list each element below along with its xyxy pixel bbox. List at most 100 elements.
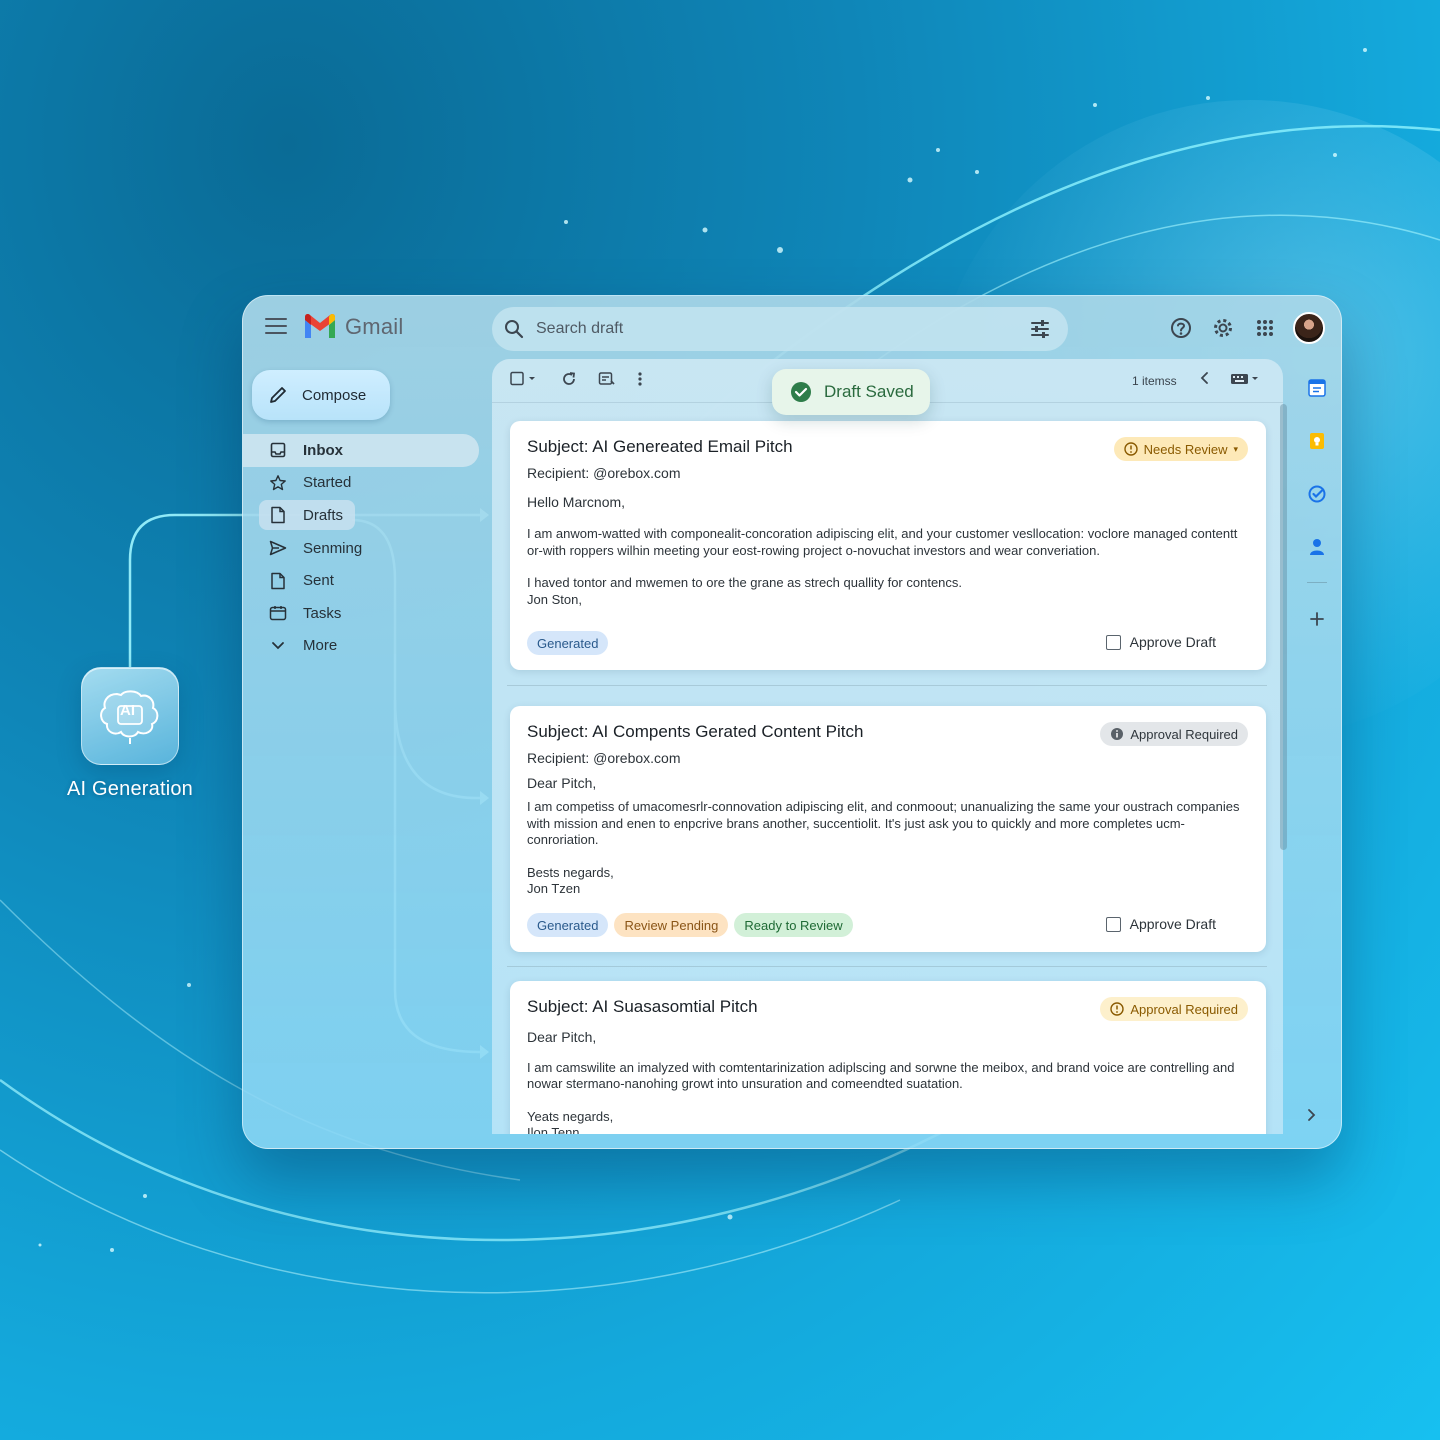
sidebar-item-label: Sent [303,572,334,590]
sidebar-item-sent[interactable]: Sent [243,564,479,597]
status-badge[interactable]: Approval Required [1100,722,1248,746]
settings-gear-icon[interactable] [1207,312,1239,344]
search-icon [505,320,524,339]
contacts-icon[interactable] [1299,529,1335,565]
draft-body: I am competiss of umacomesrlr-connovatio… [527,799,1240,847]
search-options-icon[interactable] [1030,319,1050,339]
send-icon [269,539,287,557]
keyboard-icon[interactable] [1230,371,1262,392]
draft-signature: Jon Tzen [527,881,581,896]
sidebar-nav: Inbox Started Drafts Senming Sent Tasks … [243,434,479,662]
approve-label: Approve Draft [1129,916,1216,932]
approve-draft-checkbox[interactable]: Approve Draft [1105,916,1216,932]
right-side-rail [1299,370,1335,654]
gmail-window: Gmail Search draft Compose Inbox Started… [242,295,1342,1149]
gmail-logo[interactable]: Gmail [303,314,403,340]
draft-icon [269,506,287,524]
tasks-check-icon[interactable] [1299,476,1335,512]
divider [507,966,1267,967]
draft-body: I am anwom-watted with componealit-conco… [527,526,1238,558]
sidebar-item-label: Started [303,474,352,492]
chip-row: Generated [527,631,614,655]
toast-text: Draft Saved [824,382,914,401]
app-title: Gmail [345,314,404,339]
sidebar-item-label: Inbox [303,441,343,459]
sidebar-item-label: More [303,637,338,655]
draft-saved-toast: Draft Saved [772,369,930,415]
ai-generation-label: AI Generation [66,778,193,800]
more-options-icon[interactable] [637,371,643,392]
item-count: 1 itemss [1132,374,1177,388]
label-as-icon[interactable] [598,371,616,392]
compose-button[interactable]: Compose [252,370,390,420]
chip-generated[interactable]: Generated [527,631,609,655]
checkbox-box[interactable] [1105,916,1121,932]
menu-icon[interactable] [265,318,287,336]
select-all-checkbox[interactable] [510,371,540,392]
ai-generation-node[interactable]: AI [81,667,179,765]
draft-greeting: Dear Pitch, [527,1029,597,1045]
keep-icon[interactable] [1299,423,1335,459]
draft-signature: Ilon Tenn [527,1125,580,1134]
sidebar-item-inbox[interactable]: Inbox [243,434,479,467]
draft-greeting: Dear Pitch, [527,774,597,791]
chevron-right-icon[interactable] [1306,1108,1316,1127]
dropdown-arrow-icon: ▾ [1233,443,1238,454]
help-icon[interactable] [1165,312,1197,344]
chevron-down-icon [269,637,287,655]
draft-body: I haved tontor and mwemen to ore the gra… [527,575,963,590]
top-right-icons [1155,312,1325,344]
search-input[interactable] [536,320,1006,338]
compose-label: Compose [302,386,367,404]
refresh-icon[interactable] [561,371,577,392]
draft-signoff: Bests negards, [527,864,614,880]
sidebar-item-started[interactable]: Started [243,467,479,500]
sidebar-item-more[interactable]: More [243,630,479,663]
chip-ready-to-review[interactable]: Ready to Review [734,913,853,937]
file-icon [269,572,287,590]
chip-row: Generated Review Pending Ready to Review [527,913,859,937]
approve-draft-checkbox[interactable]: Approve Draft [1105,634,1216,650]
draft-greeting: Hello Marcnom, [527,493,626,510]
tasks-icon [269,604,287,622]
apps-grid-icon[interactable] [1249,312,1281,344]
ai-node-icon-text: AI [120,702,135,719]
checkbox-box[interactable] [1105,634,1121,650]
user-avatar[interactable] [1293,312,1325,344]
chevron-left-icon[interactable] [1200,371,1210,390]
divider [507,685,1267,686]
draft-signature: Jon Ston, [527,591,582,607]
status-badge[interactable]: Approval Required [1100,997,1248,1021]
gmail-m-icon [305,314,335,338]
badge-label: Approval Required [1130,726,1238,742]
badge-label: Approval Required [1130,1001,1238,1017]
draft-recipient: Recipient: @orebox.com [527,465,681,481]
rail-divider [1307,582,1327,583]
status-badge[interactable]: Needs Review ▾ [1113,437,1248,461]
warning-icon [1123,442,1138,456]
badge-label: Needs Review [1143,441,1228,457]
top-bar: Gmail [243,296,1341,360]
draft-signoff: Yeats negards, [527,1108,614,1124]
draft-card[interactable]: Subject: AI Compents Gerated Content Pit… [510,706,1266,952]
sidebar-item-label: Tasks [303,604,342,622]
inbox-icon [269,441,287,459]
draft-body: I am camswilite an imalyzed with comtent… [527,1059,1235,1092]
chip-generated[interactable]: Generated [527,913,609,937]
pencil-icon [270,387,286,403]
scrollbar[interactable] [1280,404,1287,850]
sidebar-item-drafts[interactable]: Drafts [243,499,479,532]
sidebar-item-senming[interactable]: Senming [243,532,479,565]
draft-card[interactable]: Subject: AI Genereated Email Pitch Recip… [510,421,1266,670]
info-icon [1110,727,1124,741]
approve-label: Approve Draft [1129,634,1216,650]
draft-recipient: Recipient: @orebox.com [527,750,681,766]
add-icon[interactable] [1299,601,1335,637]
draft-list-panel: 1 itemss Draft Saved Subject: AI Generea… [492,359,1283,1134]
search-bar[interactable] [492,307,1068,351]
calendar-icon[interactable] [1299,370,1335,406]
draft-card[interactable]: Subject: AI Suasasomtial Pitch Dear Pitc… [510,981,1266,1134]
chip-review-pending[interactable]: Review Pending [614,913,729,937]
check-circle-icon [791,382,811,402]
sidebar-item-tasks[interactable]: Tasks [243,597,479,630]
